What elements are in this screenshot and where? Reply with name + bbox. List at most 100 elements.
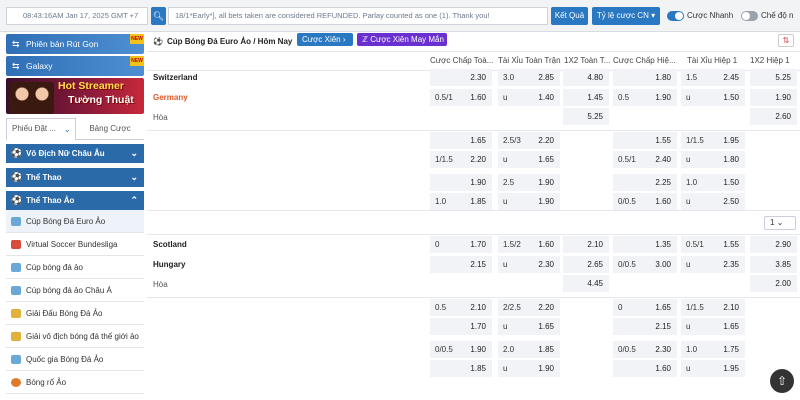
- odds-value: 2.50: [723, 197, 739, 206]
- odds-cell-1x2-1h[interactable]: 2.90: [750, 236, 797, 253]
- odds-cell-over-under-ft[interactable]: u 1.90: [498, 193, 560, 210]
- odds-cell-1x2-ft[interactable]: 2.65: [563, 256, 609, 273]
- odds-cell-over-under-ft[interactable]: 3.0 2.85: [498, 69, 560, 86]
- odds-cell-1x2-1h[interactable]: 2.00: [750, 275, 797, 292]
- sidebar-item-virtual-league[interactable]: Giải Đấu Bóng Đá Ảo: [6, 302, 144, 325]
- header-over-under-1h: Tài Xỉu Hiệp 1: [687, 56, 738, 65]
- odds-type-select[interactable]: Tỷ lệ cược CN ▾: [592, 7, 660, 25]
- streamer-avatars: [10, 82, 54, 114]
- sidebar-item-virtual-cup[interactable]: Cúp bóng đá ảo: [6, 256, 144, 279]
- sidebar-item-virtual-bundesliga[interactable]: Virtual Soccer Bundesliga: [6, 233, 144, 256]
- odds-value: 1.90: [538, 197, 554, 206]
- odds-cell-handicap-ft[interactable]: 1.70: [430, 318, 492, 335]
- odds-value: 1.90: [538, 178, 554, 187]
- odds-cell-over-under-ft[interactable]: 2.5/3 2.20: [498, 132, 560, 149]
- odds-value: 2.10: [723, 303, 739, 312]
- odds-cell-over-under-ft[interactable]: 2/2.5 2.20: [498, 299, 560, 316]
- odds-cell-over-under-ft[interactable]: 2.0 1.85: [498, 341, 560, 358]
- sidebar-item-virtual-euro-cup[interactable]: Cúp Bóng Đá Euro Ảo: [6, 210, 144, 233]
- results-button[interactable]: Kết Quả: [551, 7, 588, 25]
- odds-cell-handicap-1h[interactable]: 0.5 1.90: [613, 89, 677, 106]
- odds-cell-handicap-ft[interactable]: 1.0 1.85: [430, 193, 492, 210]
- odds-cell-1x2-1h[interactable]: 5.25: [750, 69, 797, 86]
- odds-cell-handicap-ft[interactable]: 0.5 2.10: [430, 299, 492, 316]
- mode-toggle[interactable]: [741, 11, 758, 21]
- sidebar-item-virtual-basketball[interactable]: Bóng rổ Ảo: [6, 371, 144, 394]
- tab-bet-slip[interactable]: Phiếu Đặt ... ⌄: [6, 118, 76, 140]
- search-button[interactable]: 🔍︎: [151, 7, 166, 25]
- page-select[interactable]: 1 ⌄: [764, 216, 796, 230]
- odds-cell-1x2-ft[interactable]: 1.45: [563, 89, 609, 106]
- parlay-button[interactable]: Cược Xiên ›: [297, 33, 353, 46]
- odds-value: 1.40: [538, 93, 554, 102]
- odds-cell-handicap-ft[interactable]: 1.65: [430, 132, 492, 149]
- odds-cell-over-under-ft[interactable]: u 1.65: [498, 151, 560, 168]
- odds-cell-over-under-1h[interactable]: 1.0 1.50: [681, 174, 745, 191]
- page-number: 1: [770, 218, 775, 227]
- section-womens-euro[interactable]: ⚽ Vô Địch Nữ Châu Âu ⌄: [6, 144, 144, 163]
- odds-cell-handicap-ft[interactable]: 2.30: [430, 69, 492, 86]
- odds-cell-handicap-1h[interactable]: 0/0.5 1.60: [613, 193, 677, 210]
- sidebar-item-virtual-world-cup[interactable]: Giải vô địch bóng đá thế giới ảo: [6, 325, 144, 348]
- promo-galaxy-label: Galaxy: [26, 61, 53, 71]
- odds-cell-1x2-ft[interactable]: 2.10: [563, 236, 609, 253]
- odds-cell-handicap-1h[interactable]: 1.55: [613, 132, 677, 149]
- sidebar-item-virtual-asia-cup[interactable]: Cúp bóng đá ảo Châu Á: [6, 279, 144, 302]
- tab-bet-list[interactable]: Bảng Cược: [76, 118, 144, 140]
- odds-cell-1x2-ft[interactable]: 4.45: [563, 275, 609, 292]
- odds-value: 5.25: [587, 112, 603, 121]
- odds-cell-1x2-1h[interactable]: 3.85: [750, 256, 797, 273]
- odds-cell-over-under-1h[interactable]: 1/1.5 2.10: [681, 299, 745, 316]
- hot-streamer-banner[interactable]: Hot Streamer Tường Thuật: [6, 78, 144, 114]
- odds-cell-handicap-ft[interactable]: 1.90: [430, 174, 492, 191]
- odds-cell-handicap-1h[interactable]: 0 1.65: [613, 299, 677, 316]
- odds-cell-over-under-1h[interactable]: u 1.65: [681, 318, 745, 335]
- quick-bet-toggle[interactable]: [667, 11, 684, 21]
- odds-cell-1x2-ft[interactable]: 4.80: [563, 69, 609, 86]
- promo-compact-version[interactable]: ⇆ Phiên bản Rút Gọn NEW: [6, 34, 144, 54]
- odds-cell-over-under-1h[interactable]: u 1.95: [681, 360, 745, 377]
- odds-cell-handicap-1h[interactable]: 1.60: [613, 360, 677, 377]
- odds-cell-handicap-1h[interactable]: 1.35: [613, 236, 677, 253]
- odds-cell-handicap-ft[interactable]: 0.5/1 1.60: [430, 89, 492, 106]
- odds-cell-handicap-ft[interactable]: 0 1.70: [430, 236, 492, 253]
- odds-cell-over-under-1h[interactable]: u 1.50: [681, 89, 745, 106]
- lucky-parlay-button[interactable]: ℤ Cược Xiên May Mắn: [357, 33, 447, 46]
- odds-cell-handicap-1h[interactable]: 2.15: [613, 318, 677, 335]
- scroll-top-button[interactable]: ⇧: [770, 369, 794, 393]
- odds-cell-over-under-ft[interactable]: u 1.90: [498, 360, 560, 377]
- odds-cell-over-under-1h[interactable]: 0.5/1 1.55: [681, 236, 745, 253]
- odds-cell-over-under-ft[interactable]: u 1.40: [498, 89, 560, 106]
- odds-cell-1x2-1h[interactable]: 2.60: [750, 108, 797, 125]
- odds-cell-handicap-1h[interactable]: 1.80: [613, 69, 677, 86]
- odds-cell-handicap-1h[interactable]: 0.5/1 2.40: [613, 151, 677, 168]
- odds-cell-handicap-ft[interactable]: 1.85: [430, 360, 492, 377]
- section-virtual-sports[interactable]: ⚽ Thể Thao Ảo ⌃: [6, 191, 144, 210]
- sidebar-item-virtual-nations[interactable]: Quốc gia Bóng Đá Ảo: [6, 348, 144, 371]
- odds-cell-over-under-1h[interactable]: u 2.50: [681, 193, 745, 210]
- odds-cell-handicap-1h[interactable]: 0/0.5 3.00: [613, 256, 677, 273]
- odds-cell-over-under-ft[interactable]: 2.5 1.90: [498, 174, 560, 191]
- odds-cell-handicap-ft[interactable]: 1/1.5 2.20: [430, 151, 492, 168]
- tab-bet-slip-label: Phiếu Đặt ...: [12, 124, 57, 133]
- odds-cell-over-under-1h[interactable]: u 2.35: [681, 256, 745, 273]
- sort-icon[interactable]: ⇅: [778, 34, 794, 47]
- promo-galaxy[interactable]: ⇆ Galaxy NEW: [6, 56, 144, 76]
- odds-cell-over-under-ft[interactable]: u 1.65: [498, 318, 560, 335]
- odds-value: 2.20: [538, 303, 554, 312]
- odds-cell-1x2-1h[interactable]: 1.90: [750, 89, 797, 106]
- odds-cell-handicap-1h[interactable]: 2.25: [613, 174, 677, 191]
- odds-cell-over-under-ft[interactable]: 1.5/2 1.60: [498, 236, 560, 253]
- odds-cell-handicap-ft[interactable]: 0/0.5 1.90: [430, 341, 492, 358]
- odds-value: 1.85: [470, 197, 486, 206]
- odds-cell-over-under-1h[interactable]: u 1.80: [681, 151, 745, 168]
- section-sports[interactable]: ⚽ Thể Thao ⌄: [6, 168, 144, 187]
- odds-cell-handicap-1h[interactable]: 0/0.5 2.30: [613, 341, 677, 358]
- odds-cell-over-under-1h[interactable]: 1.0 1.75: [681, 341, 745, 358]
- odds-cell-1x2-ft[interactable]: 5.25: [563, 108, 609, 125]
- odds-cell-over-under-ft[interactable]: u 2.30: [498, 256, 560, 273]
- odds-cell-handicap-ft[interactable]: 2.15: [430, 256, 492, 273]
- divider: [147, 297, 800, 298]
- odds-cell-over-under-1h[interactable]: 1/1.5 1.95: [681, 132, 745, 149]
- odds-cell-over-under-1h[interactable]: 1.5 2.45: [681, 69, 745, 86]
